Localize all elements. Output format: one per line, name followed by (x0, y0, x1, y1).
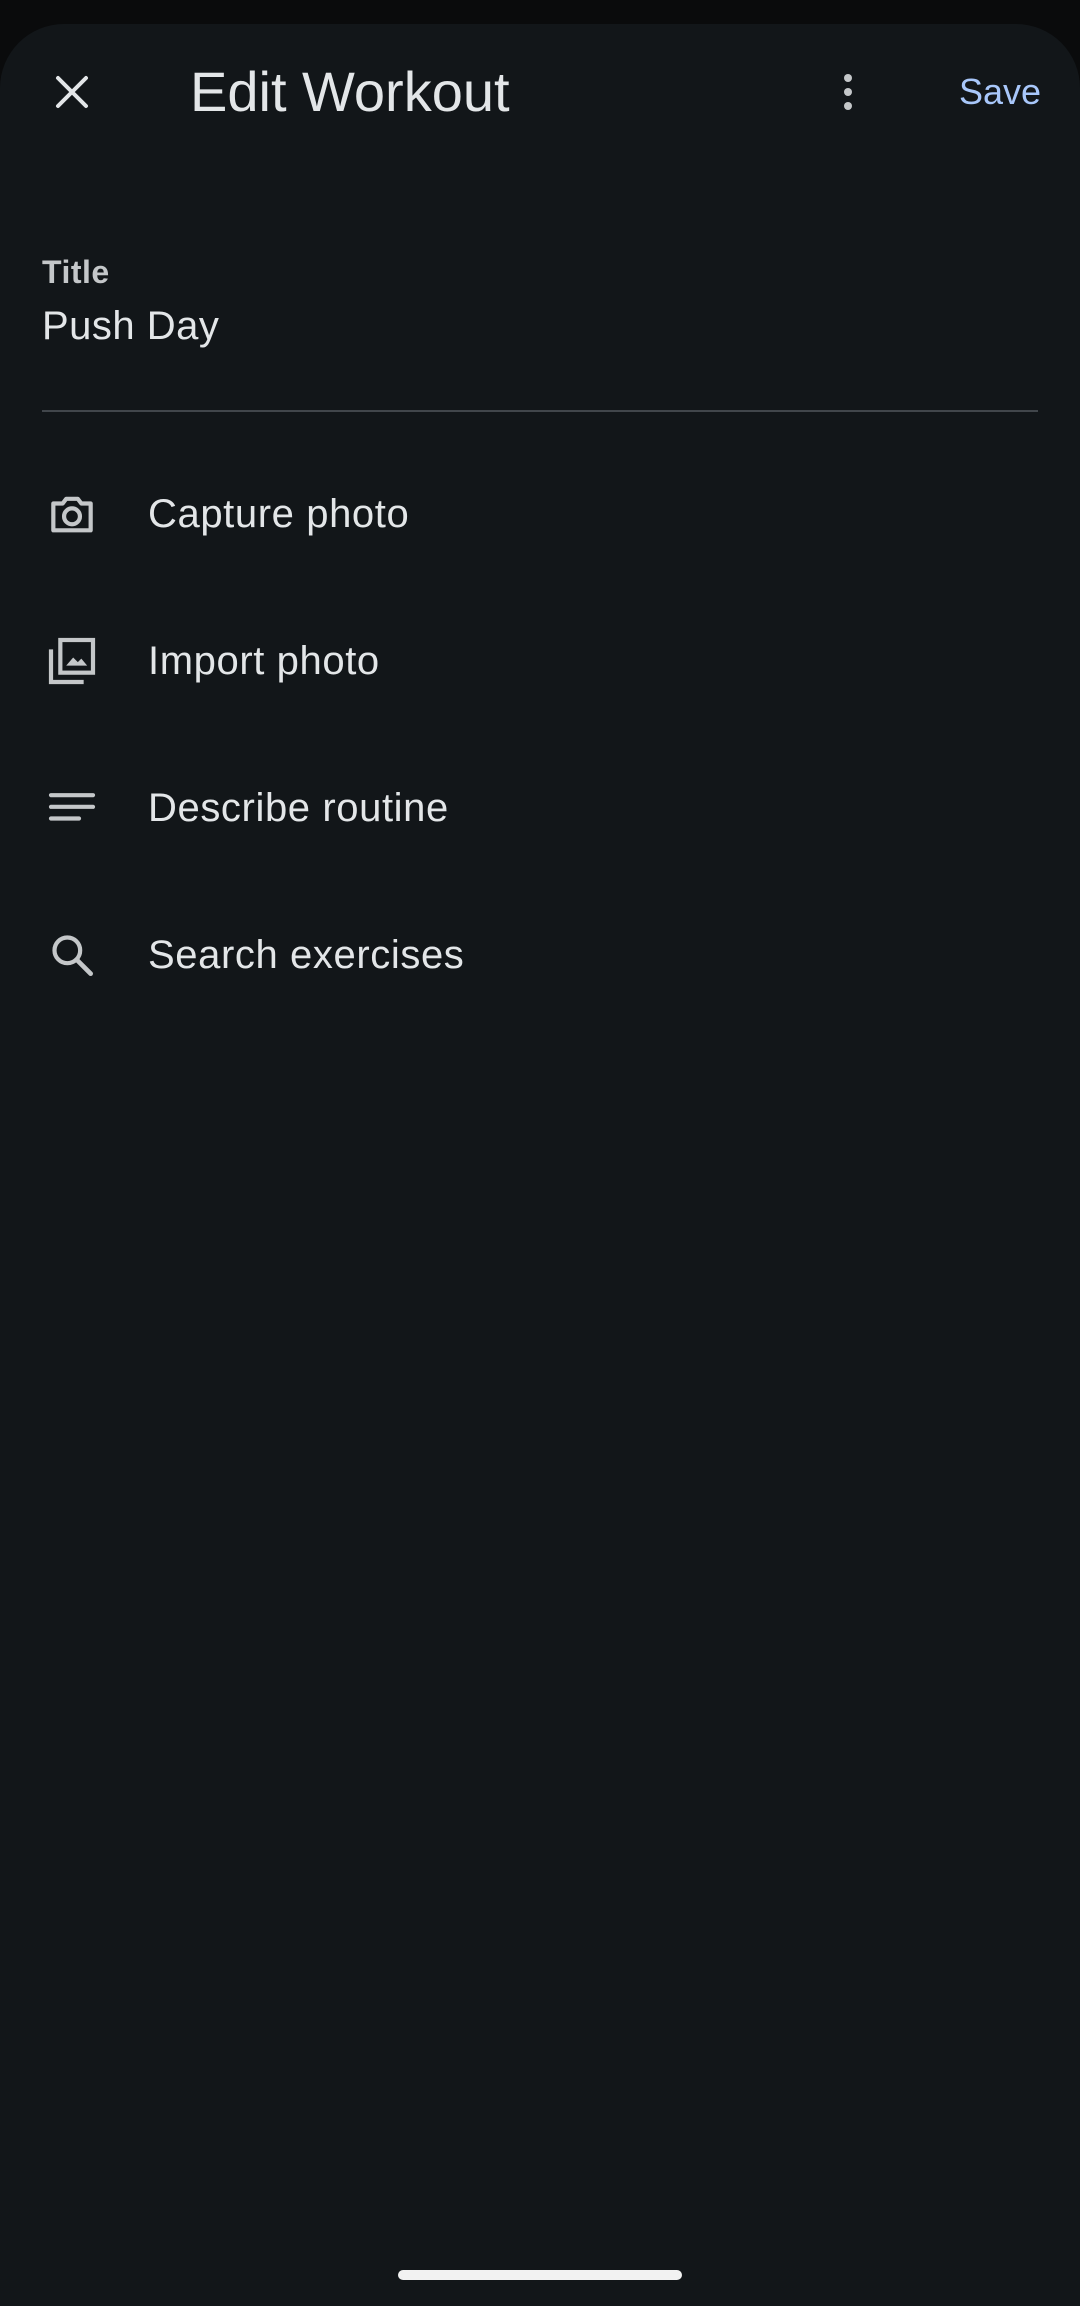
camera-icon (51, 496, 93, 533)
describe-routine-option[interactable]: Describe routine (0, 734, 1080, 881)
more-options-button[interactable] (808, 52, 888, 132)
search-exercises-option[interactable]: Search exercises (0, 881, 1080, 1028)
photo-library-icon (48, 637, 96, 685)
import-photo-option[interactable]: Import photo (0, 587, 1080, 734)
close-icon (56, 76, 88, 108)
title-field[interactable]: Title Push Day (42, 234, 1038, 412)
save-button[interactable]: Save (940, 64, 1060, 120)
more-vert-icon (844, 74, 852, 110)
search-icon (52, 935, 93, 976)
page-title: Edit Workout (190, 60, 510, 123)
home-indicator[interactable] (398, 2270, 682, 2280)
option-list: Capture photo Import photo Describe rout… (0, 440, 1080, 1028)
title-field-label: Title (42, 254, 110, 290)
capture-photo-option[interactable]: Capture photo (0, 440, 1080, 587)
edit-workout-sheet: Edit Workout Save Title Push Day Capture… (0, 24, 1080, 2306)
app-bar: Edit Workout Save (0, 24, 1080, 176)
notes-icon (48, 793, 96, 821)
search-exercises-label: Search exercises (148, 933, 465, 977)
import-photo-label: Import photo (148, 639, 380, 683)
capture-photo-label: Capture photo (148, 492, 410, 536)
describe-routine-label: Describe routine (148, 786, 449, 830)
title-field-value[interactable]: Push Day (42, 300, 219, 352)
close-button[interactable] (32, 52, 112, 132)
